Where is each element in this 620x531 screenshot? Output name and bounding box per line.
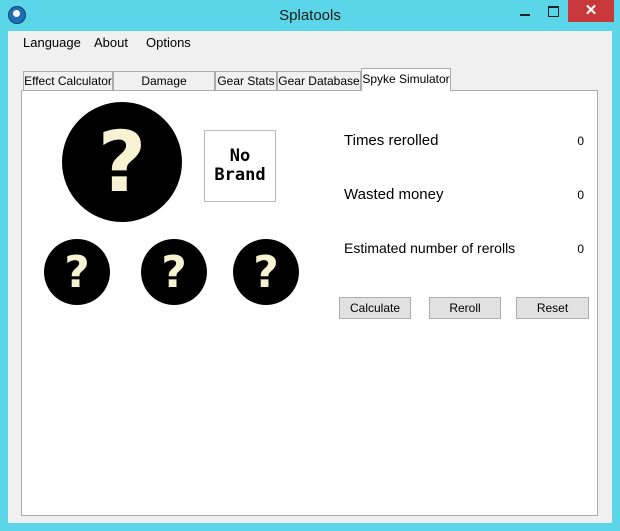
sub-ability-slot-3: ? — [233, 239, 299, 305]
menu-bar: Language About Options — [8, 31, 612, 55]
calculate-button[interactable]: Calculate — [339, 297, 411, 319]
tab-damage-calculator[interactable]: Damage Calculator — [113, 71, 215, 106]
close-button[interactable]: ✕ — [568, 0, 614, 22]
menu-language[interactable]: Language — [23, 35, 81, 50]
question-mark-icon: ? — [97, 113, 147, 211]
question-mark-icon: ? — [64, 246, 90, 298]
question-mark-icon: ? — [161, 246, 187, 298]
reroll-button[interactable]: Reroll — [429, 297, 501, 319]
times-rerolled-value: 0 — [577, 134, 584, 148]
brand-line-1: No — [229, 146, 251, 166]
minimize-button[interactable] — [510, 0, 540, 22]
times-rerolled-label: Times rerolled — [344, 132, 439, 149]
wasted-money-label: Wasted money — [344, 186, 444, 203]
app-window: Splatools ✕ Language About Options Effec… — [0, 0, 620, 531]
sub-ability-slot-2: ? — [141, 239, 207, 305]
menu-options[interactable]: Options — [146, 35, 191, 50]
brand-box: No Brand — [204, 130, 276, 202]
main-ability-slot: ? — [62, 102, 182, 222]
maximize-button[interactable] — [540, 0, 566, 22]
sub-ability-slot-1: ? — [44, 239, 110, 305]
reset-button[interactable]: Reset — [516, 297, 589, 319]
wasted-money-value: 0 — [577, 188, 584, 202]
tab-effect-calculator[interactable]: Effect Calculator — [23, 71, 113, 90]
estimated-rerolls-value: 0 — [577, 242, 584, 256]
tab-spyke-simulator[interactable]: Spyke Simulator — [361, 68, 451, 91]
tab-gear-database[interactable]: Gear Database — [277, 71, 361, 90]
client-area: Language About Options Effect Calculator… — [8, 31, 612, 523]
tab-gear-stats[interactable]: Gear Stats — [215, 71, 277, 90]
menu-about[interactable]: About — [94, 35, 128, 50]
spyke-simulator-panel: ? No Brand ? ? ? Times rerolled 0 Wasted… — [21, 90, 598, 516]
title-bar[interactable]: Splatools ✕ — [0, 0, 620, 31]
question-mark-icon: ? — [253, 246, 279, 298]
brand-line-2: Brand — [214, 165, 266, 185]
estimated-rerolls-label: Estimated number of rerolls — [344, 240, 516, 256]
